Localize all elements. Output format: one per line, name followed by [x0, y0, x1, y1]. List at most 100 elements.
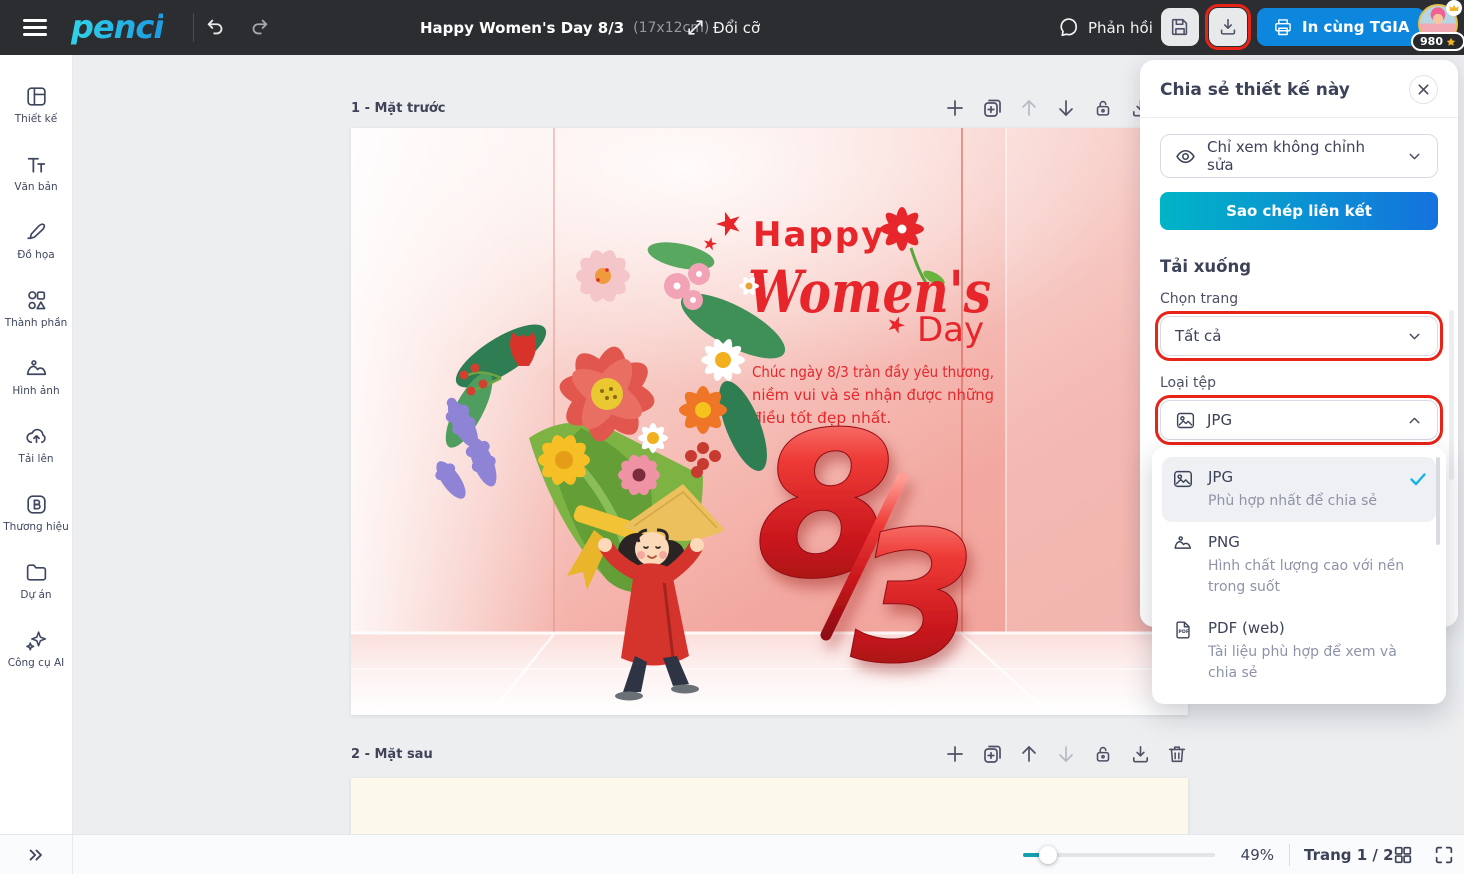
chevron-up-icon — [1406, 412, 1423, 429]
save-icon — [1169, 16, 1191, 38]
brand-icon — [24, 492, 49, 517]
image-file-icon — [1175, 410, 1196, 431]
zoom-slider[interactable] — [1023, 853, 1215, 857]
permission-select[interactable]: Chỉ xem không chỉnh sửa — [1160, 134, 1438, 178]
file-type-select[interactable]: JPG — [1160, 400, 1438, 440]
design-day-text: Day — [917, 310, 984, 350]
delete-page-button[interactable] — [1165, 742, 1189, 766]
trash-icon — [1166, 743, 1188, 765]
chat-bubble-icon — [1058, 17, 1079, 38]
printer-icon — [1273, 17, 1293, 37]
print-with-tgia-button[interactable]: In cùng TGIA — [1257, 8, 1425, 46]
sidebar-item-projects[interactable]: Dự án — [0, 547, 72, 615]
pdf-icon: PDF — [1172, 619, 1194, 641]
zoom-slider-handle[interactable] — [1039, 846, 1057, 864]
app-window: penci Happy Women's Day 8/3 (17x12cm) Đổ… — [0, 0, 1464, 874]
sidebar-item-text[interactable]: Văn bản — [0, 139, 72, 207]
sidebar-item-graphics[interactable]: Đồ họa — [0, 207, 72, 275]
duplicate-icon — [980, 96, 1004, 120]
arrow-up-icon — [1017, 96, 1041, 120]
panel-scrollbar[interactable] — [1449, 310, 1454, 480]
lock-page-button[interactable] — [1091, 96, 1115, 120]
folder-icon — [24, 560, 49, 585]
page-1-label[interactable]: 1 - Mặt trước — [351, 101, 445, 116]
arrow-down-icon — [1054, 96, 1078, 120]
undo-button[interactable] — [203, 14, 229, 40]
download-page-button[interactable] — [1128, 742, 1152, 766]
save-button[interactable] — [1161, 8, 1199, 46]
resize-button[interactable]: Đổi cỡ — [686, 0, 760, 55]
sparkles-icon — [24, 628, 49, 653]
duplicate-page-button[interactable] — [980, 742, 1004, 766]
duplicate-page-button[interactable] — [980, 96, 1004, 120]
dropdown-scrollbar[interactable] — [1436, 457, 1440, 545]
plus-icon — [943, 742, 967, 766]
brush-icon — [24, 220, 49, 245]
fullscreen-icon — [1433, 844, 1455, 866]
document-title[interactable]: Happy Women's Day 8/3 — [420, 19, 624, 37]
grid-icon — [1392, 844, 1414, 866]
divider — [1289, 844, 1290, 866]
move-page-up-button[interactable] — [1017, 742, 1041, 766]
sidebar-item-elements[interactable]: Thành phần — [0, 275, 72, 343]
move-page-down-button[interactable] — [1054, 96, 1078, 120]
divider — [193, 13, 194, 42]
file-type-label: Loại tệp — [1160, 375, 1438, 391]
check-icon — [1408, 469, 1428, 489]
undo-icon — [205, 16, 227, 38]
add-page-button[interactable] — [943, 96, 967, 120]
design-icon — [24, 84, 49, 109]
fullscreen-button[interactable] — [1433, 844, 1455, 866]
sidebar-item-design[interactable]: Thiết kế — [0, 71, 72, 139]
choose-page-select[interactable]: Tất cả — [1160, 316, 1438, 356]
lock-page-button[interactable] — [1091, 742, 1115, 766]
sidebar-item-brand[interactable]: Thương hiệu — [0, 479, 72, 547]
share-panel-title: Chia sẻ thiết kế này — [1160, 80, 1350, 100]
arrow-up-icon — [1017, 742, 1041, 766]
sidebar-item-ai-tools[interactable]: Công cụ AI — [0, 615, 72, 683]
file-option-png[interactable]: PNG Hình chất lượng cao với nền trong su… — [1162, 522, 1436, 608]
design-happy-text: Happy — [753, 215, 885, 255]
close-panel-button[interactable] — [1409, 75, 1438, 104]
add-page-button[interactable] — [943, 742, 967, 766]
resize-icon — [686, 18, 705, 37]
redo-icon — [248, 16, 270, 38]
image-icon — [24, 356, 49, 381]
zoom-percentage[interactable]: 49% — [1228, 846, 1274, 864]
page-indicator[interactable]: Trang 1 / 2 — [1304, 846, 1394, 864]
shapes-icon — [24, 288, 49, 313]
app-logo[interactable]: penci — [71, 8, 163, 46]
download-button[interactable] — [1209, 8, 1247, 46]
design-page-1[interactable]: Happy Women's Day Chúc ngày 8/3 tràn đầy… — [351, 128, 1188, 715]
copy-link-button[interactable]: Sao chép liên kết — [1160, 192, 1438, 230]
design-page-2[interactable] — [351, 778, 1188, 834]
png-icon — [1172, 533, 1194, 555]
move-page-down-button[interactable] — [1054, 742, 1078, 766]
choose-page-label: Chọn trang — [1160, 291, 1438, 307]
collapse-sidebar-button[interactable] — [0, 835, 73, 874]
plus-icon — [943, 96, 967, 120]
duplicate-icon — [980, 742, 1004, 766]
page-2-label[interactable]: 2 - Mặt sau — [351, 747, 433, 762]
menu-icon[interactable] — [23, 19, 47, 36]
chevron-down-icon — [1406, 328, 1423, 345]
jpg-icon — [1172, 468, 1194, 490]
bottom-bar: 49% Trang 1 / 2 — [0, 834, 1464, 874]
file-option-jpg[interactable]: JPG Phù hợp nhất để chia sẻ — [1162, 457, 1436, 522]
star-icon — [1446, 37, 1456, 47]
sidebar-item-uploads[interactable]: Tải lên — [0, 411, 72, 479]
grid-view-button[interactable] — [1392, 844, 1414, 866]
download-icon — [1217, 16, 1239, 38]
account-avatar[interactable]: 980 — [1418, 4, 1458, 44]
crown-badge-icon — [1446, 0, 1462, 16]
feedback-button[interactable]: Phản hồi — [1058, 0, 1153, 55]
download-icon — [1129, 743, 1152, 766]
move-page-up-button[interactable] — [1017, 96, 1041, 120]
redo-button[interactable] — [246, 14, 272, 40]
file-option-pdf-web[interactable]: PDF PDF (web) Tài liệu phù hợp để xem và… — [1162, 608, 1436, 694]
left-sidebar: Thiết kế Văn bản Đồ họa Thành phần Hình … — [0, 55, 73, 834]
sidebar-item-images[interactable]: Hình ảnh — [0, 343, 72, 411]
upload-cloud-icon — [24, 424, 49, 449]
credits-badge: 980 — [1411, 32, 1464, 51]
svg-text:3: 3 — [851, 494, 976, 703]
